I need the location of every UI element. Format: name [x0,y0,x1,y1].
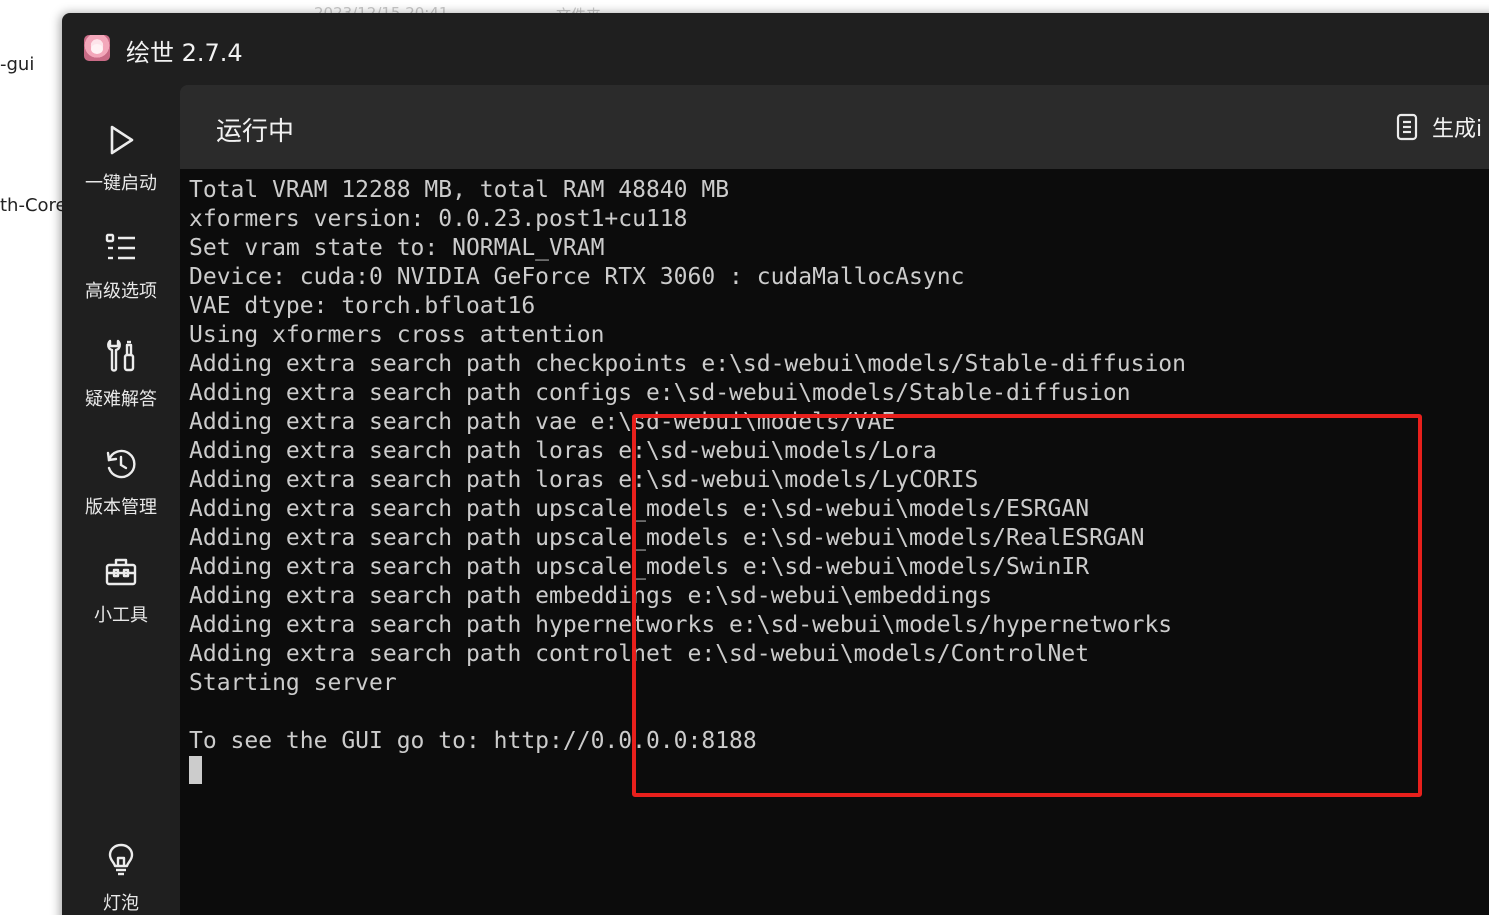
terminal-cursor [189,756,202,784]
sidebar-item-label: 版本管理 [85,497,157,518]
sidebar-item-tools[interactable]: 小工具 [62,535,180,635]
terminal-line: Adding extra search path embeddings e:\s… [189,583,993,609]
main-panel: 运行中 生成i Total VRAM 12288 MB, total RAM 4… [180,85,1489,915]
background-file-label-1: -gui [0,54,35,75]
window-title: 绘世 2.7.4 [126,39,243,67]
page-title: 运行中 [216,117,295,147]
terminal-line: Adding extra search path upscale_models … [189,525,1145,551]
document-icon [1396,113,1418,141]
terminal-line: xformers version: 0.0.23.post1+cu118 [189,206,688,232]
terminal-line: Adding extra search path loras e:\sd-web… [189,438,937,464]
main-header: 运行中 生成i [180,85,1489,169]
list-icon [104,231,138,265]
history-icon [104,447,138,481]
sidebar-item-lightbulb[interactable]: 灯泡 [62,823,180,915]
sidebar-item-label: 小工具 [94,605,148,626]
terminal-line: Adding extra search path loras e:\sd-web… [189,467,979,493]
terminal-line: Total VRAM 12288 MB, total RAM 48840 MB [189,177,730,203]
terminal-line: Adding extra search path upscale_models … [189,554,1090,580]
sidebar-item-launch[interactable]: 一键启动 [62,103,180,203]
sidebar-item-troubleshoot[interactable]: 疑难解答 [62,319,180,419]
tools-icon [104,339,138,373]
terminal-lines: Total VRAM 12288 MB, total RAM 48840 MB x… [189,176,1489,756]
terminal-line: Starting server [189,670,397,696]
terminal-line: Adding extra search path hypernetworks e… [189,612,1173,638]
app-window: 绘世 2.7.4 一键启动 高级选项 疑难解答 版本管理 小工具 灯泡 运行中 … [62,13,1489,915]
terminal-line: Device: cuda:0 NVIDIA GeForce RTX 3060 :… [189,264,965,290]
sidebar-item-label: 灯泡 [103,893,139,914]
terminal-line: Adding extra search path upscale_models … [189,496,1090,522]
title-bar[interactable]: 绘世 2.7.4 [62,13,1489,85]
sidebar-item-label: 疑难解答 [85,389,157,410]
generate-report-button[interactable]: 生成i [1396,109,1482,145]
app-logo-icon [84,35,110,61]
sidebar-item-advanced[interactable]: 高级选项 [62,211,180,311]
terminal-line: Adding extra search path controlnet e:\s… [189,641,1090,667]
terminal-line: Set vram state to: NORMAL_VRAM [189,235,605,261]
generate-report-label: 生成i [1432,117,1483,142]
lightbulb-icon [104,843,138,877]
sidebar: 一键启动 高级选项 疑难解答 版本管理 小工具 灯泡 [62,85,180,915]
desktop-background: 2023/12/15 20:41 文件夹 -gui th-Core 绘世 2.7… [0,0,1489,915]
terminal-output[interactable]: Total VRAM 12288 MB, total RAM 48840 MB x… [180,169,1489,915]
terminal-line: Adding extra search path configs e:\sd-w… [189,380,1131,406]
background-file-label-2: th-Core [0,195,67,216]
terminal-line: Adding extra search path vae e:\sd-webui… [189,409,896,435]
sidebar-item-versions[interactable]: 版本管理 [62,427,180,527]
terminal-line: Using xformers cross attention [189,322,605,348]
play-icon [104,123,138,157]
terminal-line: VAE dtype: torch.bfloat16 [189,293,536,319]
toolbox-icon [104,555,138,589]
terminal-line: Adding extra search path checkpoints e:\… [189,351,1186,377]
terminal-line: To see the GUI go to: http://0.0.0.0:818… [189,728,757,754]
sidebar-item-label: 高级选项 [85,281,157,302]
sidebar-item-label: 一键启动 [85,173,157,194]
